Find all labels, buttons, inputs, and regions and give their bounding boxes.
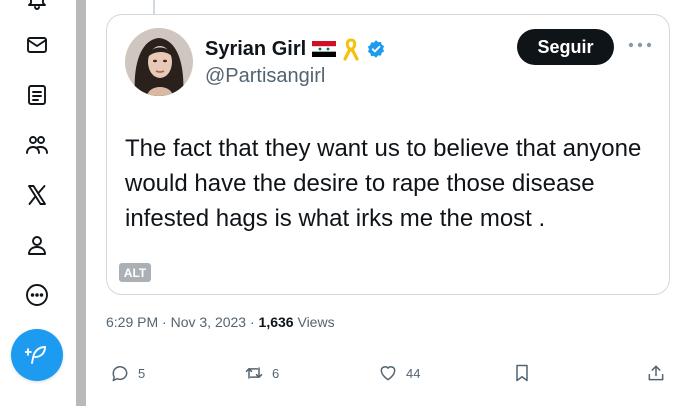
sidebar	[0, 0, 76, 406]
thread-line	[153, 0, 155, 14]
meta-separator: ·	[158, 314, 171, 330]
heart-icon	[380, 366, 396, 381]
avatar[interactable]	[125, 28, 193, 96]
bell-icon[interactable]	[24, 0, 50, 12]
bookmark-button[interactable]	[512, 362, 532, 384]
embedded-post-card[interactable]: Syrian Girl @Partisangirl Seguir The fac…	[106, 14, 670, 295]
display-name-row[interactable]: Syrian Girl	[205, 37, 386, 61]
more-options-icon[interactable]	[627, 35, 653, 55]
post-meta: 6:29 PM · Nov 3, 2023 · 1,636 Views	[106, 314, 335, 330]
verified-badge-icon	[368, 40, 385, 58]
repost-count: 6	[272, 365, 280, 381]
alt-text-badge[interactable]: ALT	[119, 263, 151, 282]
share-button[interactable]	[646, 362, 666, 384]
more-circle-icon[interactable]	[24, 282, 50, 308]
post-text: The fact that they want us to believe th…	[125, 135, 642, 232]
views-count: 1,636	[258, 314, 294, 330]
meta-separator: ·	[246, 314, 259, 330]
x-logo-icon[interactable]	[24, 182, 50, 208]
communities-icon[interactable]	[24, 132, 50, 158]
feather-icon	[25, 346, 46, 364]
follow-button[interactable]: Seguir	[517, 29, 614, 65]
like-button[interactable]: 44	[378, 362, 420, 384]
sidebar-divider	[76, 0, 86, 406]
compose-button[interactable]	[11, 329, 63, 381]
profile-icon[interactable]	[24, 232, 50, 258]
repost-icon	[245, 367, 263, 379]
post-time[interactable]: 6:29 PM	[106, 314, 158, 330]
lists-icon[interactable]	[24, 82, 50, 108]
reply-button[interactable]: 5	[110, 362, 145, 384]
like-count: 44	[406, 365, 421, 381]
views-label: Views	[293, 314, 335, 330]
bookmark-icon	[516, 364, 528, 382]
repost-button[interactable]: 6	[244, 362, 279, 384]
reply-count: 5	[138, 365, 146, 381]
reply-icon	[112, 366, 128, 382]
share-icon	[648, 365, 664, 381]
syria-flag-icon	[312, 41, 337, 57]
yellow-ribbon-icon	[343, 38, 359, 61]
user-handle[interactable]: @Partisangirl	[205, 65, 325, 88]
display-name[interactable]: Syrian Girl	[205, 38, 306, 61]
mail-icon[interactable]	[24, 32, 50, 58]
post-date[interactable]: Nov 3, 2023	[171, 314, 247, 330]
